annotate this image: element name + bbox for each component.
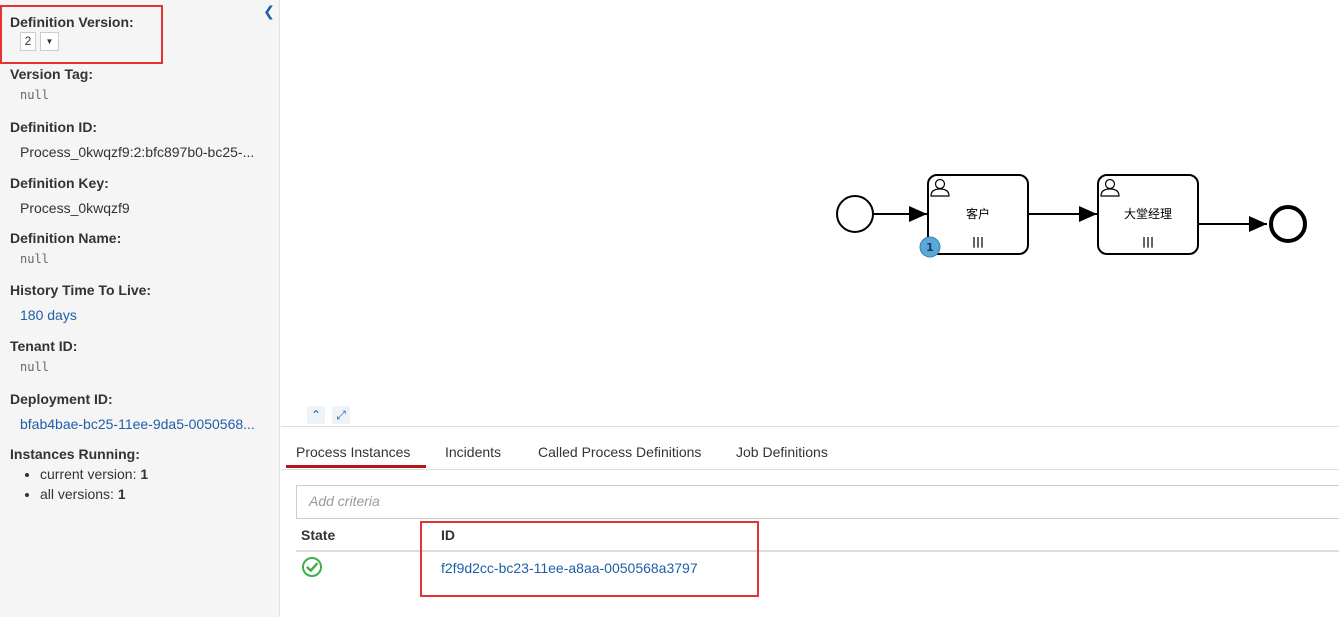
collapse-diagram-icon[interactable]: ⌃	[307, 406, 325, 424]
tab-bar: Process Instances Incidents Called Proce…	[281, 427, 1339, 470]
user-task-customer[interactable]: 客户 |||	[927, 174, 1029, 255]
definition-name-label: Definition Name:	[10, 230, 122, 246]
search-criteria-input[interactable]: Add criteria	[296, 485, 1339, 519]
tab-called-process-definitions[interactable]: Called Process Definitions	[538, 444, 701, 460]
tenant-id-value: null	[20, 360, 49, 374]
definition-key-value: Process_0kwqzf9	[20, 200, 130, 216]
definition-id-label: Definition ID:	[10, 119, 98, 135]
current-version-count: 1	[140, 466, 149, 482]
history-ttl-link[interactable]: 180 days	[20, 307, 77, 323]
column-header-state[interactable]: State	[301, 527, 335, 543]
instance-count-badge[interactable]: 1	[919, 236, 941, 258]
task2-label: 大堂经理	[1124, 207, 1172, 221]
definition-key-label: Definition Key:	[10, 175, 109, 191]
history-ttl-label: History Time To Live:	[10, 282, 152, 298]
all-versions-item: all versions: 1	[40, 484, 148, 504]
badge-count: 1	[926, 241, 934, 254]
tab-job-definitions[interactable]: Job Definitions	[736, 444, 828, 460]
tab-process-instances[interactable]: Process Instances	[296, 444, 410, 460]
task1-label: 客户	[966, 206, 990, 221]
definition-sidebar: ❮ Definition Version: 2 ▼ Version Tag: n…	[0, 0, 280, 617]
active-tab-indicator	[286, 465, 426, 468]
all-versions-count: 1	[117, 486, 126, 502]
multi-instance-marker: |||	[1142, 235, 1154, 248]
all-versions-label: all versions:	[40, 486, 114, 502]
deployment-id-label: Deployment ID:	[10, 391, 113, 407]
bpmn-diagram[interactable]: 客户 ||| 1 大堂经理 |||	[281, 0, 1339, 426]
collapse-sidebar-icon[interactable]: ❮	[262, 3, 276, 19]
definition-id-value: Process_0kwqzf9:2:bfc897b0-bc25-...	[20, 144, 255, 160]
version-tag-label: Version Tag:	[10, 66, 93, 82]
start-event[interactable]	[836, 195, 874, 233]
bpmn-canvas: 客户 ||| 1 大堂经理 |||	[836, 174, 1307, 258]
tab-incidents[interactable]: Incidents	[445, 444, 501, 460]
highlight-box-instance-id	[420, 521, 759, 597]
user-task-lobby-manager[interactable]: 大堂经理 |||	[1097, 174, 1199, 255]
version-tag-value: null	[20, 88, 49, 102]
check-circle-icon	[302, 557, 322, 577]
instances-running-list: current version: 1 all versions: 1	[0, 464, 148, 504]
instances-running-label: Instances Running:	[10, 446, 140, 462]
highlight-box-version	[0, 5, 163, 64]
end-event[interactable]	[1269, 205, 1307, 243]
current-version-item: current version: 1	[40, 464, 148, 484]
current-version-label: current version:	[40, 466, 137, 482]
deployment-id-link[interactable]: bfab4bae-bc25-11ee-9da5-0050568...	[20, 416, 255, 432]
tenant-id-label: Tenant ID:	[10, 338, 78, 354]
multi-instance-marker: |||	[972, 235, 984, 248]
expand-diagram-icon[interactable]: ⤢	[332, 406, 350, 424]
definition-name-value: null	[20, 252, 49, 266]
